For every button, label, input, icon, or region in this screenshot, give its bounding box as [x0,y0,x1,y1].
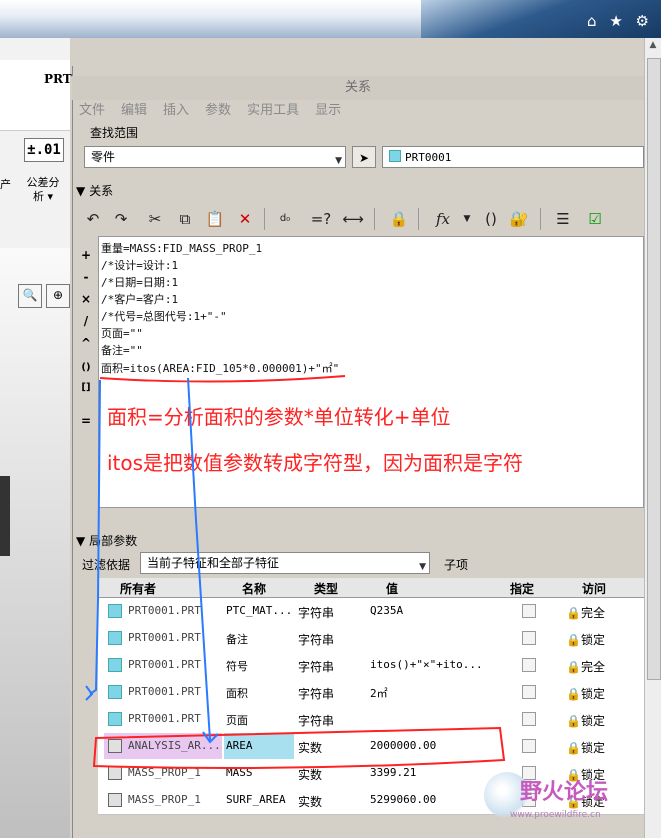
arrow-stroke-to-analysis-row [187,377,211,741]
watermark: 野火论坛 www.proewildfire.cn [484,772,640,832]
arrowhead-left [85,685,94,701]
watermark-text: 野火论坛 [520,780,609,805]
watermark-url: www.proewildfire.cn [510,810,601,820]
annotation-strokes [85,375,506,769]
highlight-box-stroke [92,726,506,769]
arrow-stroke-to-area-row [89,379,101,695]
underline-stroke [99,375,346,383]
